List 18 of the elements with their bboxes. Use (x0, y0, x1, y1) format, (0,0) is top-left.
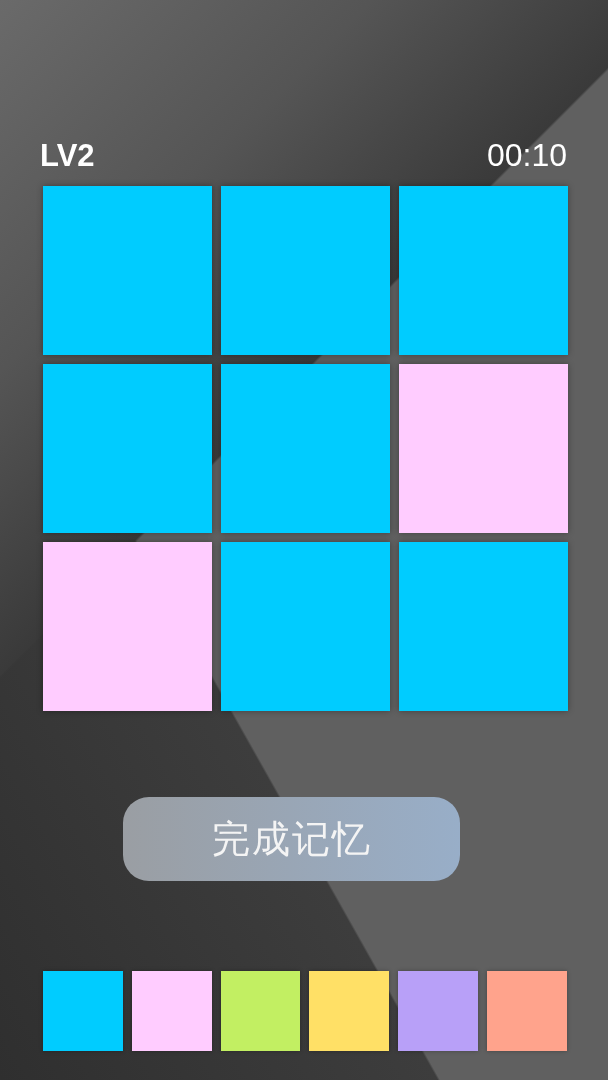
memory-tile[interactable] (399, 186, 568, 355)
color-swatch[interactable] (309, 971, 390, 1051)
color-swatch[interactable] (43, 971, 123, 1051)
color-swatch[interactable] (220, 971, 301, 1051)
memory-tile[interactable] (43, 186, 212, 355)
memory-tile[interactable] (221, 364, 390, 533)
memory-tile[interactable] (221, 542, 390, 711)
memory-tile[interactable] (43, 364, 212, 533)
color-swatch[interactable] (398, 971, 479, 1051)
level-label: LV2 (40, 138, 95, 174)
color-swatch[interactable] (131, 971, 212, 1051)
finish-memory-button[interactable]: 完成记忆 (123, 797, 460, 881)
color-swatch[interactable] (487, 971, 567, 1051)
timer: 00:10 (486, 137, 567, 174)
memory-tile[interactable] (399, 542, 568, 711)
memory-tile[interactable] (221, 186, 390, 355)
memory-tile[interactable] (43, 542, 212, 711)
memory-tile[interactable] (399, 364, 568, 533)
